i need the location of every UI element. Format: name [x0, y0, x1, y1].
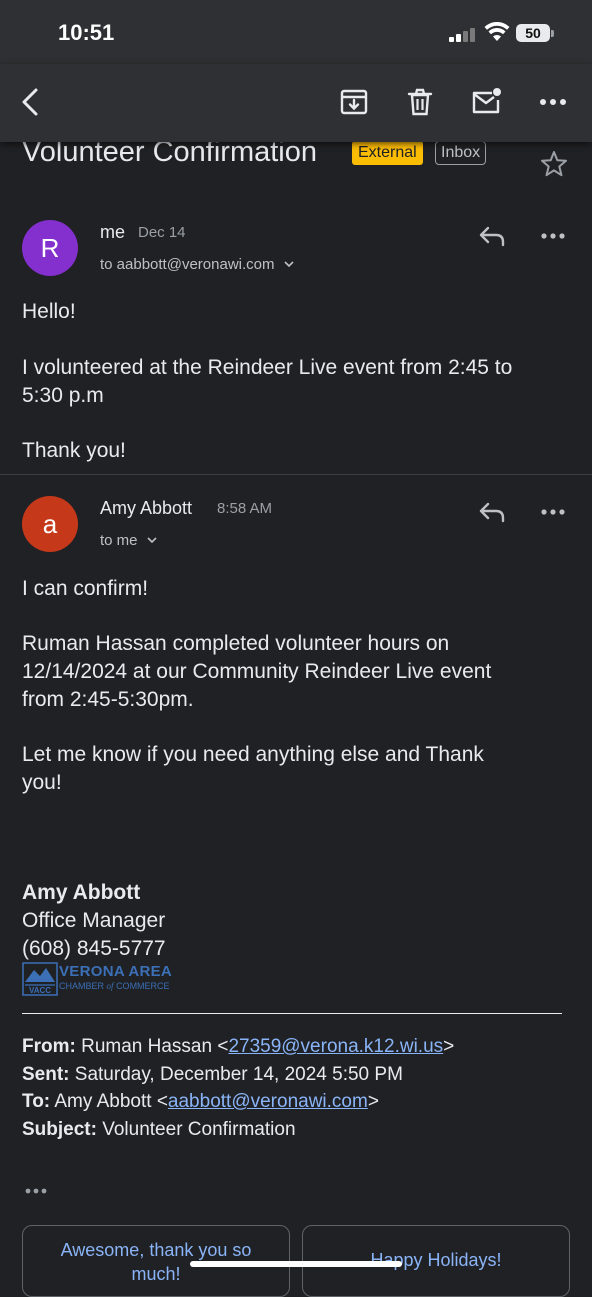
from-email-link[interactable]: 27359@verona.k12.wi.us [228, 1036, 443, 1057]
forwarded-subject: Subject: Volunteer Confirmation [22, 1119, 296, 1140]
battery-tip [551, 30, 554, 37]
subject-row: Volunteer Confirmation External Inbox [22, 136, 570, 178]
trash-icon[interactable] [404, 86, 436, 118]
message-body-line: I can confirm! [22, 577, 149, 600]
back-icon[interactable] [16, 86, 48, 118]
message-body-line: I volunteered at the Reindeer Live event… [22, 356, 513, 379]
message-body-line: from 2:45-5:30pm. [22, 688, 194, 711]
recipient-text: to aabbott@veronawi.com [100, 256, 275, 273]
clock: 10:51 [58, 20, 115, 45]
show-trimmed-content-icon[interactable] [24, 1186, 48, 1196]
reply-icon[interactable] [478, 224, 506, 248]
recipient-toggle[interactable]: to me [100, 532, 158, 549]
message-body-line: Let me know if you need anything else an… [22, 743, 484, 766]
mark-unread-icon[interactable] [470, 86, 502, 118]
status-bar: 10:51 50 [0, 0, 592, 64]
more-icon[interactable] [537, 86, 569, 118]
message-more-icon[interactable] [540, 230, 566, 242]
wifi-icon [484, 22, 510, 41]
message-date: 8:58 AM [217, 500, 273, 517]
forwarded-sent: Sent: Saturday, December 14, 2024 5:50 P… [22, 1064, 403, 1085]
message-body-line: Hello! [22, 300, 76, 323]
message-body-line: 12/14/2024 at our Community Reindeer Liv… [22, 660, 492, 683]
reply-icon[interactable] [478, 500, 506, 524]
message-body-line: you! [22, 771, 62, 794]
chevron-down-icon [284, 261, 294, 268]
sender-name: me [100, 222, 126, 242]
forwarded-to: To: Amy Abbott <aabbott@veronawi.com> [22, 1091, 379, 1112]
archive-icon[interactable] [338, 86, 370, 118]
sender-name: Amy Abbott [100, 498, 193, 518]
message-more-icon[interactable] [540, 506, 566, 518]
signature-title: Office Manager [22, 909, 166, 932]
star-icon[interactable] [540, 150, 568, 178]
cellular-signal-icon [449, 28, 477, 42]
logo-abbr: VACC [29, 986, 51, 995]
toolbar [0, 64, 592, 142]
vacc-emblem-icon: VACC [22, 962, 58, 996]
inbox-label[interactable]: Inbox [435, 141, 487, 165]
signature-phone: (608) 845-5777 [22, 937, 166, 960]
forwarded-from: From: Ruman Hassan <27359@verona.k12.wi.… [22, 1036, 455, 1057]
forward-separator [22, 1013, 562, 1014]
smart-reply-label: Happy Holidays! [370, 1250, 502, 1270]
vacc-logo: VACC VERONA AREA CHAMBER of COMMERCE [22, 962, 182, 998]
avatar: a [22, 496, 78, 552]
recipient-toggle[interactable]: to aabbott@veronawi.com [100, 256, 295, 273]
home-indicator [190, 1261, 402, 1267]
external-label: External [352, 141, 423, 165]
signature-name: Amy Abbott [22, 881, 141, 904]
battery-icon: 50 [516, 24, 550, 42]
logo-line1: VERONA AREA [59, 963, 173, 980]
message-divider [0, 474, 592, 475]
recipient-text: to me [100, 532, 138, 549]
to-email-link[interactable]: aabbott@veronawi.com [168, 1091, 368, 1112]
logo-line2: CHAMBER of COMMERCE [59, 981, 170, 991]
message-body-line: 5:30 p.m [22, 384, 104, 407]
message-body-line: Thank you! [22, 439, 126, 462]
avatar: R [22, 220, 78, 276]
message-date: Dec 14 [138, 224, 186, 241]
chevron-down-icon [147, 537, 157, 544]
message-body-line: Ruman Hassan completed volunteer hours o… [22, 632, 450, 655]
